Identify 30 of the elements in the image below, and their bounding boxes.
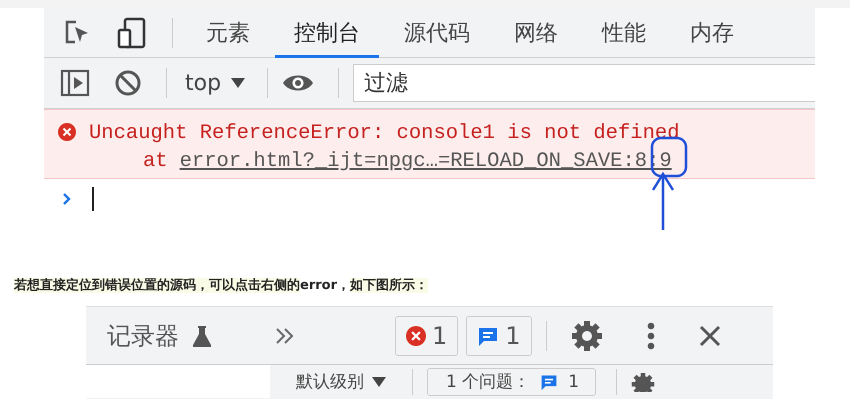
context-dropdown[interactable]: top	[181, 70, 254, 96]
error-count-button[interactable]: 1	[395, 316, 458, 356]
panel-tab[interactable]: 源代码	[385, 8, 489, 58]
error-icon	[406, 326, 426, 346]
more-tabs-icon[interactable]	[275, 326, 295, 344]
issues-button[interactable]: 1 个问题： 1	[427, 368, 596, 396]
menu-icon[interactable]	[646, 322, 655, 350]
prompt-chevron-icon	[62, 192, 72, 206]
filter-field[interactable]: 过滤	[353, 64, 815, 102]
panel-tab[interactable]: 内存	[671, 8, 753, 58]
sidebar-icon[interactable]	[60, 69, 90, 97]
stack-at-label: at	[143, 149, 168, 175]
panel-tab[interactable]: 性能	[583, 8, 665, 58]
clear-icon[interactable]	[114, 69, 142, 97]
message-count-button[interactable]: 1	[466, 316, 532, 356]
close-icon[interactable]	[698, 324, 721, 346]
filter-field[interactable]	[86, 365, 270, 398]
recorder-tab[interactable]: 记录器	[107, 320, 179, 352]
instruction-text: 若想直接定位到错误位置的源码，可以点击右侧的error，如下图所示：	[14, 276, 429, 295]
text-cursor	[92, 187, 94, 211]
panel-tab[interactable]: 网络	[495, 8, 577, 58]
flask-icon	[193, 324, 211, 346]
settings-icon[interactable]	[570, 320, 603, 352]
settings-icon[interactable]	[631, 372, 656, 392]
message-icon	[540, 372, 558, 390]
error-message: Uncaught ReferenceError: console1 is not defined	[89, 121, 680, 147]
error-icon	[58, 123, 76, 141]
panel-tab[interactable]: 元素	[187, 8, 269, 58]
log-level-dropdown[interactable]: 默认级别	[290, 369, 392, 394]
device-icon[interactable]	[116, 16, 148, 48]
